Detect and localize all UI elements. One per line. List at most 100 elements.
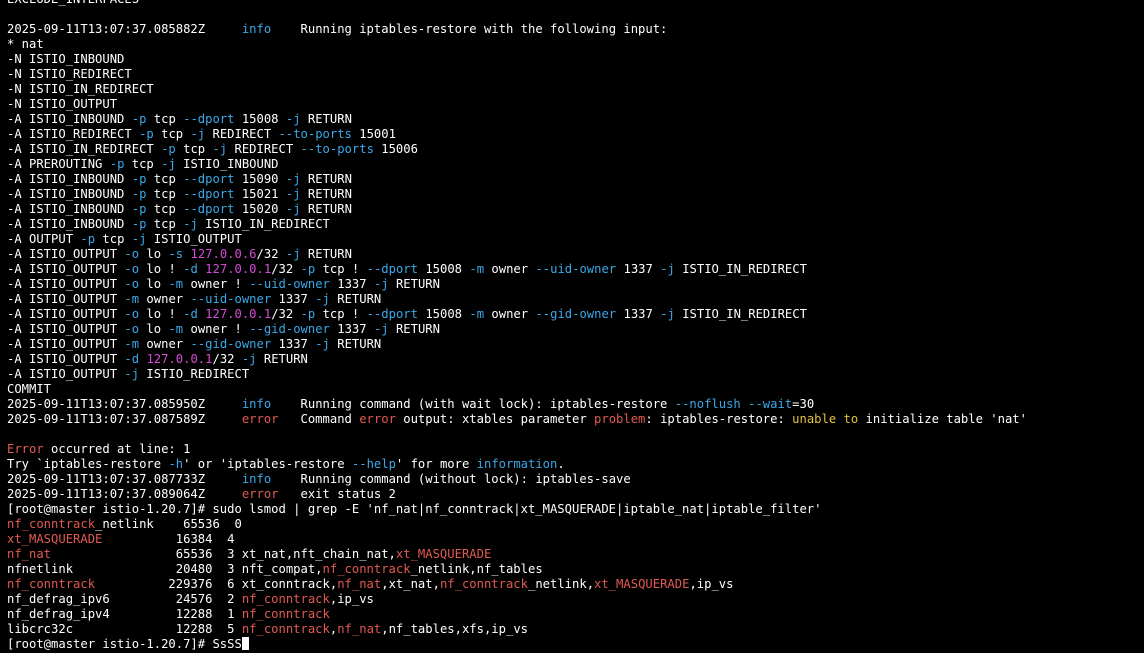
highlight-info: info xyxy=(241,472,272,486)
terminal-line: 2025-09-11T13:07:37.087733Z info Running… xyxy=(7,472,1141,487)
highlight-match: xt_MASQUERADE xyxy=(594,577,690,591)
terminal-text: 1337 xyxy=(616,307,661,321)
terminal-text: ' for more xyxy=(395,457,477,471)
terminal-text: nf_defrag_ipv6 24576 2 xyxy=(7,592,242,606)
terminal-text: tcp xyxy=(146,112,184,126)
highlight-match: nf_conntrack xyxy=(241,592,330,606)
highlight-ip: 127.0.0.6 xyxy=(190,247,257,261)
highlight-option: --to-ports xyxy=(300,142,374,156)
terminal-line: -A ISTIO_OUTPUT -m owner --uid-owner 133… xyxy=(7,292,1141,307)
highlight-match: nf_conntrack xyxy=(241,622,330,636)
terminal-text: nf_defrag_ipv4 12288 1 xyxy=(7,607,242,621)
terminal-text: -A OUTPUT xyxy=(7,232,81,246)
highlight-option: -h xyxy=(168,457,184,471)
terminal-text: lo xyxy=(139,277,169,291)
highlight-ip: 127.0.0.1 xyxy=(205,307,272,321)
terminal-line: nf_defrag_ipv4 12288 1 nf_conntrack xyxy=(7,607,1141,622)
terminal-text: 16384 4 xyxy=(102,532,235,546)
terminal-line: -A ISTIO_INBOUND -p tcp --dport 15008 -j… xyxy=(7,112,1141,127)
highlight-option: -j xyxy=(285,172,301,186)
highlight-option: --gid-owner xyxy=(190,337,272,351)
terminal-text: EXCLUDE_INTERFACES xyxy=(7,0,139,6)
highlight-option: --dport xyxy=(183,172,235,186)
highlight-match: xt_MASQUERADE xyxy=(395,547,492,561)
terminal-line: xt_MASQUERADE 16384 4 xyxy=(7,532,1141,547)
terminal-line: nf_defrag_ipv6 24576 2 nf_conntrack,ip_v… xyxy=(7,592,1141,607)
terminal-line: -A ISTIO_REDIRECT -p tcp -j REDIRECT --t… xyxy=(7,127,1141,142)
terminal-text: tcp xyxy=(95,232,132,246)
highlight-match: nf_conntrack xyxy=(7,517,96,531)
terminal-text: ISTIO_IN_REDIRECT xyxy=(674,262,807,276)
terminal-line: -A ISTIO_INBOUND -p tcp --dport 15021 -j… xyxy=(7,187,1141,202)
highlight-option: -j xyxy=(285,202,301,216)
highlight-option: -p xyxy=(161,142,176,156)
terminal-line: Try `iptables-restore -h' or 'iptables-r… xyxy=(7,457,1141,472)
terminal-line: -A OUTPUT -p tcp -j ISTIO_OUTPUT xyxy=(7,232,1141,247)
terminal-line: nfnetlink 20480 3 nft_compat,nf_conntrac… xyxy=(7,562,1141,577)
highlight-option: -j xyxy=(124,367,140,381)
terminal-text: occurred at line: 1 xyxy=(43,442,191,456)
terminal-text: ' or 'iptables-restore xyxy=(183,457,352,471)
highlight-option: -j xyxy=(285,187,301,201)
terminal-output[interactable]: EXCLUDE_INTERFACES 2025-09-11T13:07:37.08… xyxy=(7,0,1141,652)
highlight-option: -p xyxy=(80,232,96,246)
terminal-line: 2025-09-11T13:07:37.087589Z error Comman… xyxy=(7,412,1141,427)
terminal-text: 15090 xyxy=(234,172,286,186)
terminal-text: Running command (with wait lock): iptabl… xyxy=(271,397,675,411)
terminal-text: tcp xyxy=(153,127,191,141)
terminal-text: -A ISTIO_IN_REDIRECT xyxy=(7,142,162,156)
terminal-text: 15020 xyxy=(234,202,286,216)
terminal-text: 2025-09-11T13:07:37.087733Z xyxy=(7,472,242,486)
terminal-line: -A ISTIO_INBOUND -p tcp --dport 15020 -j… xyxy=(7,202,1141,217)
highlight-option: -o xyxy=(124,262,140,276)
terminal-text: _netlink 65536 0 xyxy=(95,517,242,531)
highlight-option: --uid-owner xyxy=(535,262,617,276)
terminal-text: REDIRECT xyxy=(205,127,279,141)
highlight-option: -j xyxy=(241,352,257,366)
highlight-option: -p xyxy=(109,157,125,171)
terminal-cursor xyxy=(241,637,249,650)
highlight-option: -j xyxy=(131,232,147,246)
terminal-text: lo xyxy=(139,322,169,336)
terminal-text: 15001 xyxy=(351,127,396,141)
terminal-text: -A ISTIO_INBOUND xyxy=(7,112,132,126)
terminal-text: [root@master istio-1.20.7]# sudo lsmod |… xyxy=(7,502,822,516)
terminal-text: initialize table 'nat' xyxy=(858,412,1027,426)
highlight-option: -j xyxy=(373,322,389,336)
terminal-text: -A ISTIO_REDIRECT xyxy=(7,127,140,141)
terminal-text: tcp xyxy=(146,217,184,231)
highlight-option: -j xyxy=(315,337,330,351)
highlight-info: information xyxy=(476,457,558,471)
terminal-text: ,ip_vs xyxy=(329,592,374,606)
highlight-option: -m xyxy=(124,292,140,306)
terminal-text: owner ! xyxy=(183,277,250,291)
terminal-text: * nat xyxy=(7,37,44,51)
terminal-text: RETURN xyxy=(388,322,440,336)
highlight-error: error xyxy=(359,412,396,426)
terminal-line: -A ISTIO_OUTPUT -o lo -m owner ! --uid-o… xyxy=(7,277,1141,292)
highlight-match: nf_conntrack xyxy=(7,577,96,591)
highlight-option: --to-ports xyxy=(278,127,352,141)
highlight-option: -p xyxy=(300,262,316,276)
terminal-line: -A ISTIO_IN_REDIRECT -p tcp -j REDIRECT … xyxy=(7,142,1141,157)
terminal-text: owner ! xyxy=(183,322,250,336)
highlight-info: info xyxy=(241,397,272,411)
highlight-match: nf_nat xyxy=(337,577,382,591)
terminal-text: nfnetlink 20480 3 nft_compat, xyxy=(7,562,323,576)
highlight-option: -m xyxy=(469,307,485,321)
highlight-option: --noflush xyxy=(674,397,741,411)
terminal-text: Running iptables-restore with the follow… xyxy=(271,22,668,36)
terminal-line: -A ISTIO_OUTPUT -o lo ! -d 127.0.0.1/32 … xyxy=(7,307,1141,322)
highlight-error: problem xyxy=(594,412,646,426)
terminal-line: -N ISTIO_INBOUND xyxy=(7,52,1141,67)
terminal-text: ISTIO_REDIRECT xyxy=(139,367,250,381)
highlight-option: --dport xyxy=(183,202,235,216)
terminal-line: [root@master istio-1.20.7]# SsSS xyxy=(7,637,1141,652)
terminal-line: -A ISTIO_OUTPUT -j ISTIO_REDIRECT xyxy=(7,367,1141,382)
terminal-text: 15008 xyxy=(418,307,470,321)
highlight-ip: 127.0.0.1 xyxy=(205,262,272,276)
terminal-text: -A ISTIO_OUTPUT xyxy=(7,277,125,291)
terminal-line: -A ISTIO_OUTPUT -o lo ! -d 127.0.0.1/32 … xyxy=(7,262,1141,277)
highlight-option: -p xyxy=(131,202,147,216)
highlight-error: error xyxy=(241,412,279,426)
